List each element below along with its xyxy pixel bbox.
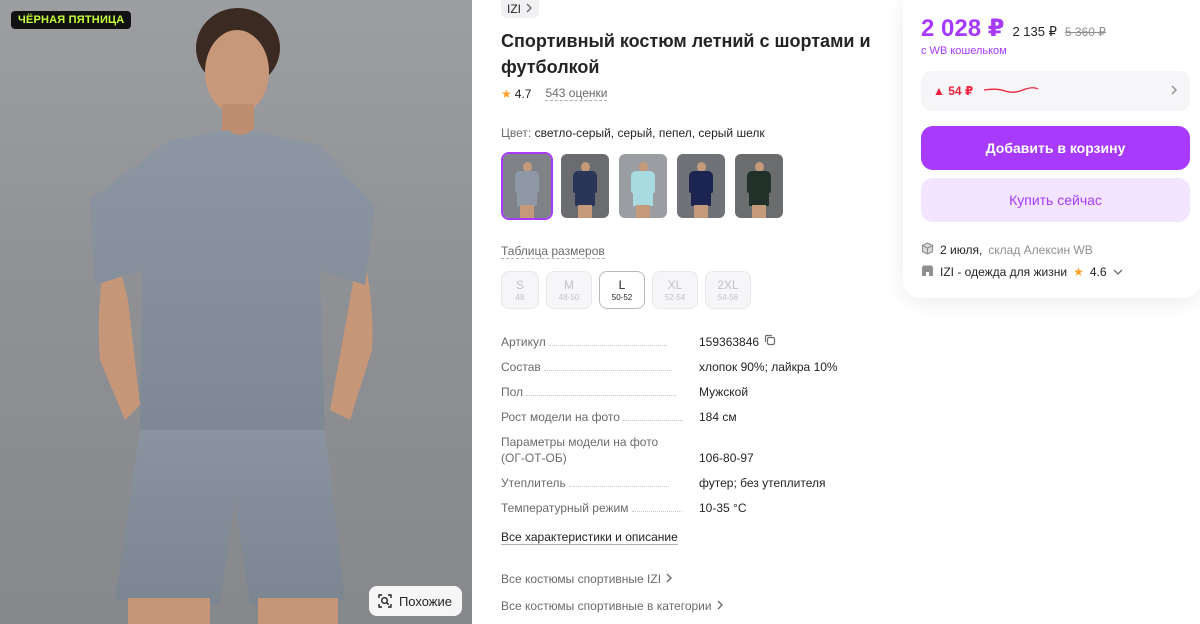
add-to-cart-button[interactable]: Добавить в корзину <box>921 126 1190 170</box>
delivery-date: 2 июля, <box>940 243 983 257</box>
shop-icon <box>921 264 934 280</box>
seller-name: IZI - одежда для жизни <box>940 265 1068 279</box>
box-icon <box>921 242 934 258</box>
brand-category-label: Все костюмы спортивные IZI <box>501 572 662 586</box>
image-search-icon <box>377 593 393 609</box>
seller-rating: 4.6 <box>1089 265 1107 279</box>
spec-key: Рост модели на фото <box>501 410 620 424</box>
size-option[interactable]: XL 52-54 <box>652 271 698 309</box>
category-label: Все костюмы спортивные в категории <box>501 599 712 613</box>
color-swatch[interactable] <box>617 152 669 220</box>
size-label: S <box>515 277 524 292</box>
spec-value: Мужской <box>699 385 749 399</box>
color-swatches <box>501 152 785 220</box>
color-line: Цвет: светло-серый, серый, пепел, серый … <box>501 126 765 140</box>
warehouse: склад Алексин WB <box>988 243 1093 257</box>
buy-card: 2 028 ₽ 2 135 ₽ 5 360 ₽ с WB кошельком ▲… <box>903 0 1200 298</box>
spec-key: Температурный режим <box>501 501 629 515</box>
spec-row: Пол Мужской <box>501 384 861 400</box>
buy-now-button[interactable]: Купить сейчас <box>921 178 1190 222</box>
size-label: XL <box>667 277 683 292</box>
delivery-info: 2 июля, склад Алексин WB <box>921 242 1093 258</box>
size-label: M <box>564 277 574 292</box>
chevron-right-icon <box>716 599 724 613</box>
copy-icon[interactable] <box>764 334 776 350</box>
spec-key: Утеплитель <box>501 476 566 490</box>
brand-link[interactable]: IZI <box>501 0 539 18</box>
spec-row: Утеплитель футер; без утеплителя <box>501 475 861 491</box>
size-table-link[interactable]: Таблица размеров <box>501 244 605 259</box>
chevron-down-icon <box>1113 265 1123 279</box>
spec-key: Артикул <box>501 335 546 349</box>
color-value: светло-серый, серый, пепел, серый шелк <box>534 126 765 140</box>
price-trend-sparkline-icon <box>983 82 1039 100</box>
all-specs-link[interactable]: Все характеристики и описание <box>501 530 678 545</box>
price-old: 5 360 ₽ <box>1064 25 1106 39</box>
size-label: 2XL <box>717 277 739 292</box>
product-photo[interactable]: ЧЁРНАЯ ПЯТНИЦА Похожие <box>0 0 472 624</box>
size-range: 48 <box>515 292 525 302</box>
price-main: 2 028 ₽ <box>921 15 1005 42</box>
spec-row: Артикул 159363846 <box>501 334 861 350</box>
size-option[interactable]: 2XL 54-56 <box>705 271 751 309</box>
rating-value: 4.7 <box>514 86 532 101</box>
spec-row: Рост модели на фото 184 см <box>501 409 861 425</box>
spec-row: Состав хлопок 90%; лайкра 10% <box>501 359 861 375</box>
size-selector: S 48 M 48-50 L 50-52 XL 52-54 2XL 54-56 <box>501 271 751 309</box>
spec-value: футер; без утеплителя <box>699 476 826 490</box>
specs-table: Артикул 159363846 Состав хлопок 90%; лай… <box>501 334 861 525</box>
spec-row: Температурный режим 10-35 °С <box>501 500 861 516</box>
star-icon: ★ <box>1073 265 1084 279</box>
spec-value: 184 см <box>699 410 737 424</box>
spec-key: Состав <box>501 360 541 374</box>
color-swatch[interactable] <box>733 152 785 220</box>
price-history-button[interactable]: ▲ 54 ₽ <box>921 71 1190 111</box>
spec-value: 10-35 °С <box>699 501 747 515</box>
spec-key: Пол <box>501 385 524 399</box>
brand-category-link[interactable]: Все костюмы спортивные IZI <box>501 572 673 586</box>
price-row: 2 028 ₽ 2 135 ₽ 5 360 ₽ <box>921 14 1106 43</box>
spec-row: Параметры модели на фото (ОГ-ОТ-ОБ) 106-… <box>501 434 861 466</box>
brand-name: IZI <box>507 2 521 16</box>
similar-label: Похожие <box>398 593 452 609</box>
color-label: Цвет: <box>501 126 532 140</box>
size-option[interactable]: L 50-52 <box>599 271 645 309</box>
price-secondary: 2 135 ₽ <box>1012 24 1057 39</box>
size-label: L <box>618 277 626 292</box>
chevron-right-icon <box>1170 82 1178 100</box>
reviews-link[interactable]: 543 оценки <box>545 86 608 101</box>
size-range: 48-50 <box>558 292 580 302</box>
size-range: 54-56 <box>717 292 739 302</box>
promo-badge: ЧЁРНАЯ ПЯТНИЦА <box>11 11 132 29</box>
size-option[interactable]: M 48-50 <box>546 271 592 309</box>
category-link[interactable]: Все костюмы спортивные в категории <box>501 599 724 613</box>
size-range: 50-52 <box>611 292 633 302</box>
wallet-note: с WB кошельком <box>921 45 1007 57</box>
model-illustration <box>90 8 375 624</box>
similar-button[interactable]: Похожие <box>368 586 462 616</box>
size-option[interactable]: S 48 <box>501 271 539 309</box>
product-title: Спортивный костюм летний с шортами и фут… <box>501 31 871 77</box>
color-swatch[interactable] <box>559 152 611 220</box>
chevron-right-icon <box>525 2 533 16</box>
chevron-right-icon <box>665 572 673 586</box>
spec-key: Параметры модели на фото (ОГ-ОТ-ОБ) <box>501 435 659 465</box>
size-range: 52-54 <box>664 292 686 302</box>
spec-value: 106-80-97 <box>699 451 754 465</box>
color-swatch[interactable] <box>675 152 727 220</box>
rating-row: ★ 4.7 543 оценки <box>501 86 608 101</box>
seller-info[interactable]: IZI - одежда для жизни ★ 4.6 <box>921 264 1123 280</box>
color-swatch[interactable] <box>501 152 553 220</box>
price-delta: ▲ 54 ₽ <box>933 84 974 98</box>
spec-value: 159363846 <box>699 335 760 349</box>
star-icon: ★ <box>501 86 512 101</box>
spec-value: хлопок 90%; лайкра 10% <box>699 360 838 374</box>
